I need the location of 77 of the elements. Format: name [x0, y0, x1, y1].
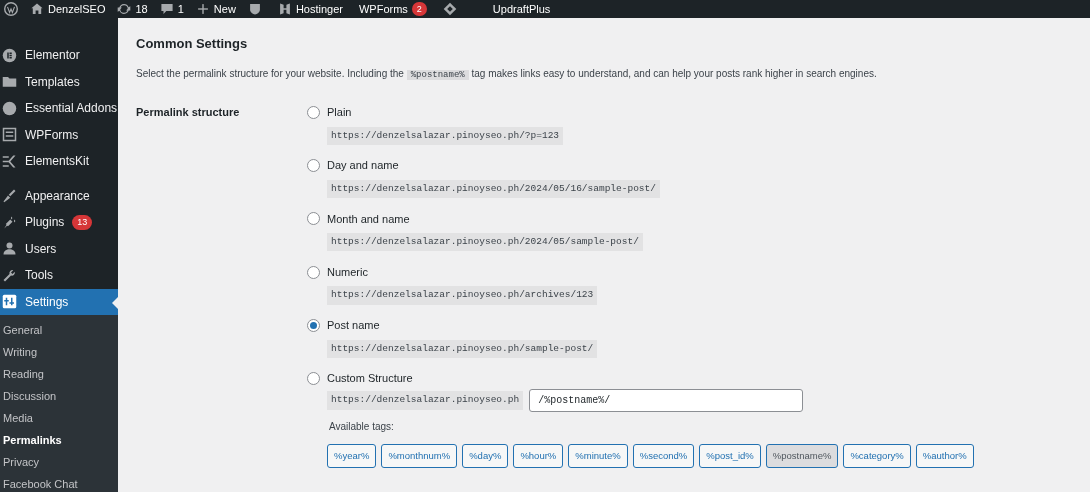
menu-pointer-icon [112, 296, 118, 309]
count-badge: 2 [411, 2, 427, 16]
tag-button[interactable]: %second% [632, 444, 695, 468]
tag-button[interactable]: %postname% [765, 444, 839, 468]
tag-button[interactable]: %day% [462, 444, 509, 468]
tag-button[interactable]: %post_id% [699, 444, 761, 468]
example-url: https://denzelsalazar.pinoyseo.ph/sample-post/ [327, 339, 598, 358]
settings-icon [2, 294, 17, 310]
submenu-item[interactable]: Reading [0, 363, 118, 385]
example-url: https://denzelsalazar.pinoyseo.ph/2024/05/sample-post/ [327, 233, 643, 252]
tag-button[interactable]: %year% [327, 444, 377, 468]
submenu-item[interactable]: Discussion [0, 385, 118, 407]
submenu-item[interactable]: Writing [0, 341, 118, 363]
option-label: Plain [327, 105, 352, 120]
tag-button[interactable]: %author% [915, 444, 974, 468]
sidebar-item[interactable]: WPForms [0, 121, 118, 148]
sidebar-item[interactable]: Templates [0, 68, 118, 95]
radio-button[interactable] [307, 265, 320, 279]
description-text: Select the permalink structure for your website. Including the %postname% tag makes links easy to understand, and can help your posts rank higher in search engines. [136, 66, 878, 82]
section-title: Common Settings [136, 35, 249, 53]
plus-icon [195, 2, 210, 16]
toolbar-link[interactable]: Hostinger [295, 0, 343, 18]
example-url: https://denzelsalazar.pinoyseo.ph/archives/123 [327, 286, 598, 305]
radio-button[interactable] [307, 318, 320, 332]
sidebar-item[interactable]: Plugins 13 [0, 209, 118, 236]
submenu-item[interactable]: Privacy [0, 451, 118, 473]
comments-count[interactable]: 1 [177, 0, 184, 18]
example-url: https://denzelsalazar.pinoyseo.ph/2024/05/16/sample-post/ [327, 179, 660, 199]
sidebar-item[interactable]: Users [0, 235, 118, 262]
option-label: Month and name [327, 211, 410, 227]
tag-button[interactable]: %category% [843, 444, 911, 468]
option-label: Post name [327, 318, 380, 334]
circle-logo-icon [2, 100, 17, 116]
count-badge: 13 [72, 214, 93, 230]
radio-button[interactable] [307, 212, 320, 226]
submenu-item[interactable]: Facebook Chat [0, 473, 118, 492]
sidebar-item[interactable]: Settings [0, 288, 118, 315]
updates-count[interactable]: 18 [135, 0, 148, 18]
option-label: Numeric [327, 264, 368, 280]
plug-icon [2, 214, 17, 230]
sidebar-item[interactable]: ElementsKit [0, 148, 118, 175]
radio-button[interactable] [307, 159, 320, 173]
tag-button[interactable]: %minute% [568, 444, 628, 468]
submenu-item[interactable]: Media [0, 407, 118, 429]
custom-structure-field[interactable]: /%postname%/ [529, 389, 804, 412]
toolbar-link[interactable]: UpdraftPlus [492, 0, 551, 18]
option-label: Day and name [327, 158, 399, 174]
wrench-icon [2, 267, 17, 283]
ek-logo-icon [2, 153, 17, 169]
new-link[interactable]: New [213, 0, 236, 18]
form-icon [2, 127, 17, 143]
shield-icon [247, 2, 262, 16]
radio-button[interactable] [307, 105, 320, 119]
sidebar-item[interactable]: Essential Addons [0, 95, 118, 122]
wordpress-logo-icon [4, 2, 18, 16]
option-label: Custom Structure [327, 371, 413, 387]
example-url: https://denzelsalazar.pinoyseo.ph/?p=123 [327, 126, 564, 145]
radio-button[interactable] [307, 372, 320, 386]
sidebar-item[interactable]: Tools [0, 262, 118, 289]
h-logo-icon [277, 2, 292, 16]
home-icon [30, 2, 44, 16]
sidebar-item[interactable]: Elementor [0, 42, 118, 69]
tag-button[interactable]: %hour% [513, 444, 564, 468]
comment-icon [159, 2, 174, 16]
site-name-link[interactable]: DenzelSEO [48, 0, 106, 18]
submenu-item[interactable]: Permalinks [0, 429, 118, 451]
sidebar-item[interactable]: Appearance [0, 182, 118, 209]
url-prefix: https://denzelsalazar.pinoyseo.ph [327, 391, 524, 410]
tag-button[interactable]: %monthnum% [381, 444, 458, 468]
field-label: Permalink structure [136, 105, 241, 120]
brush-icon [2, 188, 17, 204]
folder-icon [2, 74, 17, 90]
submenu-item[interactable]: General [0, 319, 118, 341]
refresh-icon [117, 2, 132, 16]
user-icon [2, 241, 17, 257]
toolbar-link[interactable]: WPForms [358, 0, 408, 18]
available-tags-label: Available tags: [329, 420, 395, 434]
